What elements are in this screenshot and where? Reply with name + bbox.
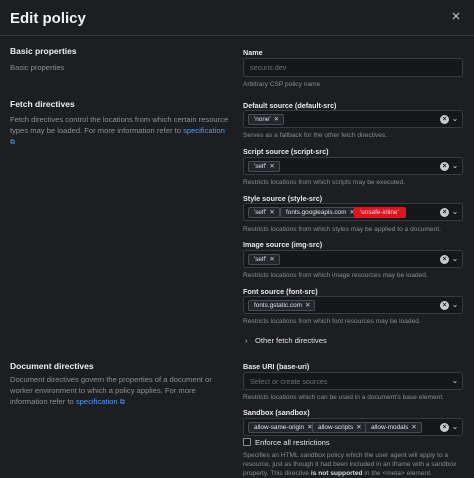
remove-chip-icon[interactable]: ✕ xyxy=(269,163,274,170)
source-chip: fonts.googleapis.com ✕ xyxy=(280,207,360,218)
chevron-down-icon[interactable]: ⌄ xyxy=(451,300,459,310)
script-src-combobox[interactable]: 'self' ✕ × ⌄ xyxy=(243,157,463,175)
base-uri-label: Base URI (base-uri) xyxy=(243,362,310,371)
chevron-down-icon[interactable]: ⌄ xyxy=(451,254,459,264)
enforce-restrictions-checkbox[interactable] xyxy=(243,438,251,446)
source-chip: 'self' ✕ xyxy=(248,161,280,172)
style-src-label: Style source (style-src) xyxy=(243,194,323,203)
close-icon[interactable]: × xyxy=(448,9,464,25)
clear-circle-icon[interactable]: × xyxy=(440,208,449,217)
source-chip: fonts.gstatic.com ✕ xyxy=(248,300,316,311)
enforce-restrictions-label[interactable]: Enforce all restrictions xyxy=(255,438,330,447)
clear-circle-icon[interactable]: × xyxy=(440,255,449,264)
remove-chip-icon[interactable]: ✕ xyxy=(411,424,416,431)
page-title: Edit policy xyxy=(10,10,86,27)
font-src-help: Restricts locations from which font reso… xyxy=(243,318,421,325)
source-chip: 'self' ✕ xyxy=(248,207,280,218)
name-value: securis.dev xyxy=(250,63,287,72)
img-src-combobox[interactable]: 'self' ✕ × ⌄ xyxy=(243,250,463,268)
sandbox-label: Sandbox (sandbox) xyxy=(243,408,310,417)
clear-circle-icon[interactable]: × xyxy=(440,162,449,171)
other-fetch-directives-toggle[interactable]: › Other fetch directives xyxy=(245,336,327,345)
base-uri-placeholder: Select or create sources xyxy=(250,377,328,386)
chevron-down-icon[interactable]: ⌄ xyxy=(451,114,459,124)
chevron-right-icon: › xyxy=(245,336,248,345)
chevron-down-icon[interactable]: ⌄ xyxy=(451,376,459,386)
source-chip: 'self' ✕ xyxy=(248,254,280,265)
sandbox-combobox[interactable]: allow-same-origin ✕ allow-scripts ✕ allow-… xyxy=(243,418,463,436)
font-src-label: Font source (font-src) xyxy=(243,287,318,296)
default-src-combobox[interactable]: 'none' ✕ × ⌄ xyxy=(243,110,463,128)
script-src-label: Script source (script-src) xyxy=(243,147,329,156)
remove-chip-icon[interactable]: ✕ xyxy=(356,424,361,431)
style-src-help: Restricts locations from which styles ma… xyxy=(243,226,441,233)
clear-circle-icon[interactable]: × xyxy=(440,115,449,124)
sandbox-chip: allow-same-origin ✕ xyxy=(248,422,318,433)
document-directives-title: Document directives xyxy=(10,361,94,371)
sandbox-help: Specifies an HTML sandbox policy which t… xyxy=(243,452,457,477)
fetch-directives-desc: Fetch directives control the locations f… xyxy=(10,115,229,146)
img-src-help: Restricts locations from which image res… xyxy=(243,272,428,279)
flyout-header: Edit policy × xyxy=(0,0,474,36)
chevron-down-icon[interactable]: ⌄ xyxy=(451,161,459,171)
remove-chip-icon[interactable]: ✕ xyxy=(274,116,279,123)
chevron-down-icon[interactable]: ⌄ xyxy=(451,422,459,432)
base-uri-help: Restricts locations which can be used in… xyxy=(243,394,445,401)
default-src-label: Default source (default-src) xyxy=(243,101,337,110)
clear-circle-icon[interactable]: × xyxy=(440,423,449,432)
specification-link[interactable]: specification xyxy=(183,126,225,135)
not-supported-text: is not supported xyxy=(310,470,363,477)
remove-chip-icon[interactable]: ✕ xyxy=(305,302,310,309)
script-src-help: Restricts locations from which scripts m… xyxy=(243,179,405,186)
clear-circle-icon[interactable]: × xyxy=(440,301,449,310)
document-directives-desc: Document directives govern the propertie… xyxy=(10,375,212,406)
name-field[interactable]: securis.dev xyxy=(243,58,463,77)
default-src-help: Serves as a fallback for the other fetch… xyxy=(243,132,388,139)
style-src-combobox[interactable]: 'self' ✕ fonts.googleapis.com ✕ 'unsafe-in… xyxy=(243,203,463,221)
sandbox-chip: allow-scripts ✕ xyxy=(312,422,367,433)
name-help: Arbitrary CSP policy name xyxy=(243,81,321,88)
specification-link[interactable]: specification xyxy=(76,397,118,406)
chevron-down-icon[interactable]: ⌄ xyxy=(451,207,459,217)
basic-properties-title: Basic properties xyxy=(10,46,77,56)
fetch-directives-title: Fetch directives xyxy=(10,99,75,109)
basic-properties-desc: Basic properties xyxy=(10,63,65,72)
base-uri-combobox[interactable]: Select or create sources ⌄ xyxy=(243,372,463,390)
img-src-label: Image source (img-src) xyxy=(243,240,323,249)
remove-chip-icon[interactable]: ✕ xyxy=(269,256,274,263)
font-src-combobox[interactable]: fonts.gstatic.com ✕ × ⌄ xyxy=(243,296,463,314)
external-link-icon: ⧉ xyxy=(10,139,15,146)
external-link-icon: ⧉ xyxy=(119,399,125,406)
name-label: Name xyxy=(243,48,263,57)
source-chip-invalid: 'unsafe-inline' xyxy=(354,207,406,218)
remove-chip-icon[interactable]: ✕ xyxy=(269,209,274,216)
sandbox-chip: allow-modals ✕ xyxy=(365,422,422,433)
source-chip: 'none' ✕ xyxy=(248,114,285,125)
